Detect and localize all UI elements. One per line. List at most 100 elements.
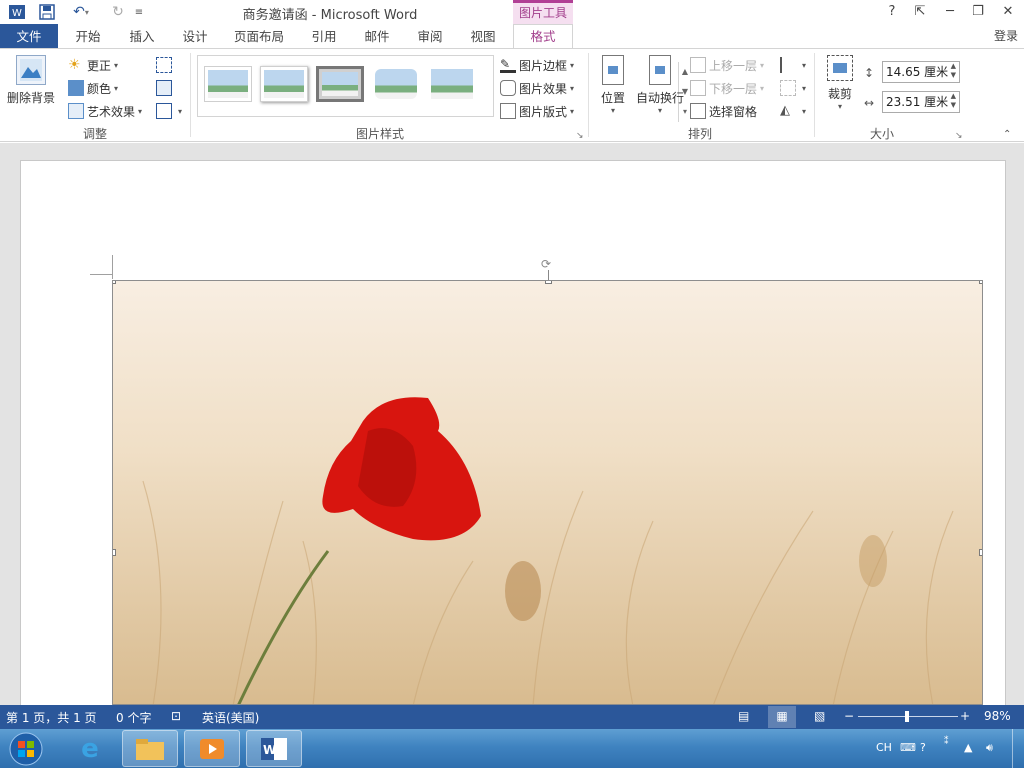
save-icon[interactable]	[36, 2, 58, 22]
picture-layout-button[interactable]: 图片版式 ▾	[500, 101, 574, 121]
picture-style-thumbnail[interactable]	[260, 66, 308, 102]
color-label: 颜色	[87, 81, 112, 96]
document-area: ⟳	[0, 143, 1024, 705]
corrections-icon: ☀	[68, 57, 81, 73]
artistic-effects-button[interactable]: 艺术效果 ▾	[68, 101, 142, 121]
internet-explorer-icon[interactable]: e	[62, 730, 118, 767]
resize-handle[interactable]	[979, 549, 982, 556]
help-icon[interactable]: ?	[880, 2, 904, 22]
redo-icon[interactable]: ↻	[106, 2, 130, 22]
zoom-out-icon[interactable]: −	[844, 709, 854, 723]
height-input[interactable]: 14.65 厘米 ▲ ▼	[882, 61, 960, 83]
tab-format[interactable]: 格式	[513, 24, 573, 50]
show-hidden-icons[interactable]: ▲	[964, 741, 972, 754]
wrap-text-label: 自动换行	[636, 91, 685, 105]
picture-style-thumbnail-selected[interactable]	[316, 66, 364, 102]
svg-text:W: W	[12, 8, 22, 19]
height-spinner[interactable]: ▲ ▼	[951, 62, 956, 80]
tab-view[interactable]: 视图	[463, 24, 503, 49]
position-icon	[602, 55, 624, 85]
tab-home[interactable]: 开始	[68, 24, 108, 49]
picture-style-thumbnail[interactable]	[204, 66, 252, 102]
help-tray-icon[interactable]: ?	[920, 741, 926, 754]
resize-handle[interactable]	[113, 281, 116, 284]
start-button[interactable]	[0, 730, 52, 767]
svg-text:W: W	[263, 743, 276, 757]
rotate-icon[interactable]: ◭ ▾	[780, 101, 806, 121]
show-desktop-button[interactable]	[1012, 729, 1024, 768]
remove-background-button[interactable]: 删除背景	[4, 55, 58, 106]
picture-tools-context-label: 图片工具	[513, 0, 573, 24]
tray-menu-icon[interactable]: ⁑	[944, 737, 949, 747]
resize-handle[interactable]	[545, 281, 552, 284]
wrap-text-button[interactable]: 自动换行 ▾	[636, 55, 684, 115]
corrections-button[interactable]: ☀ 更正 ▾	[68, 55, 118, 75]
ribbon-tab-row: 文件 开始 插入 设计 页面布局 引用 邮件 审阅 视图 格式 登录	[0, 24, 1024, 50]
zoom-in-icon[interactable]: +	[960, 709, 970, 723]
input-language[interactable]: CH	[876, 741, 892, 754]
remove-background-label: 删除背景	[6, 91, 55, 105]
color-button[interactable]: 颜色 ▾	[68, 78, 118, 98]
crop-button[interactable]: 裁剪 ▾	[822, 55, 858, 111]
tab-design[interactable]: 设计	[175, 24, 215, 49]
resize-handle[interactable]	[113, 549, 116, 556]
windows-start-icon	[9, 732, 43, 765]
word-count-status[interactable]: 0 个字	[116, 709, 151, 726]
align-icon[interactable]: ▾	[780, 55, 806, 75]
undo-icon[interactable]: ↶ ▾	[66, 2, 96, 22]
web-layout-icon[interactable]: ▧	[814, 709, 825, 723]
group-objects-icon[interactable]: ▾	[780, 78, 806, 98]
read-mode-icon[interactable]: ▤	[738, 709, 749, 723]
tab-page-layout[interactable]: 页面布局	[228, 24, 290, 49]
picture-border-icon: ✎	[500, 57, 516, 73]
rotate-handle-icon[interactable]: ⟳	[541, 257, 551, 271]
word-taskbar-icon[interactable]: W	[246, 730, 302, 767]
bring-forward-button[interactable]: 上移一层 ▾	[690, 55, 764, 75]
height-icon: ↕	[864, 66, 875, 80]
print-layout-icon[interactable]: ▦	[768, 706, 796, 728]
width-icon: ↔	[864, 96, 875, 110]
position-button[interactable]: 位置 ▾	[596, 55, 630, 115]
tab-insert[interactable]: 插入	[122, 24, 162, 49]
file-explorer-icon[interactable]	[122, 730, 178, 767]
picture-styles-launcher-icon[interactable]: ↘	[576, 131, 584, 141]
ribbon-display-options-icon[interactable]: ⇱	[908, 2, 932, 22]
picture-style-thumbnail[interactable]	[428, 66, 476, 102]
minimize-icon[interactable]: ─	[938, 2, 962, 22]
collapse-ribbon-icon[interactable]: ⌃	[1003, 129, 1011, 140]
sign-in-link[interactable]: 登录	[994, 24, 1024, 49]
group-divider	[814, 53, 815, 137]
customize-qat-icon[interactable]: ≡	[132, 2, 146, 22]
wrap-text-icon	[649, 55, 671, 85]
width-input[interactable]: 23.51 厘米 ▲ ▼	[882, 91, 960, 113]
selection-pane-button[interactable]: 选择窗格	[690, 101, 757, 121]
artistic-effects-icon	[68, 103, 84, 119]
tab-mailings[interactable]: 邮件	[357, 24, 397, 49]
size-launcher-icon[interactable]: ↘	[955, 131, 963, 141]
picture-border-label: 图片边框	[519, 58, 568, 73]
picture-border-button[interactable]: ✎ 图片边框 ▾	[500, 55, 574, 75]
keyboard-icon[interactable]: ⌨	[900, 741, 916, 754]
page-count-status[interactable]: 第 1 页，共 1 页	[6, 709, 97, 726]
volume-icon[interactable]: 🔊︎	[986, 741, 993, 755]
tab-references[interactable]: 引用	[304, 24, 344, 49]
restore-icon[interactable]: ❐	[966, 2, 990, 22]
picture-effects-button[interactable]: 图片效果 ▾	[500, 78, 574, 98]
tab-review[interactable]: 审阅	[410, 24, 450, 49]
send-backward-button[interactable]: 下移一层 ▾	[690, 78, 764, 98]
media-player-icon[interactable]	[184, 730, 240, 767]
reset-picture-icon[interactable]: ▾	[156, 101, 182, 121]
resize-handle[interactable]	[979, 281, 982, 284]
width-spinner[interactable]: ▲ ▼	[951, 92, 956, 110]
zoom-level[interactable]: 98%	[984, 709, 1011, 723]
language-status[interactable]: 英语(美国)	[202, 709, 259, 726]
bring-forward-label: 上移一层	[709, 58, 758, 73]
proofing-icon[interactable]: ⊡	[171, 709, 181, 723]
zoom-slider-thumb[interactable]	[905, 711, 909, 722]
picture-style-thumbnail[interactable]	[372, 66, 420, 102]
compress-pictures-icon[interactable]	[156, 55, 175, 75]
tab-file[interactable]: 文件	[0, 24, 58, 49]
inserted-picture[interactable]	[112, 280, 983, 705]
close-icon[interactable]: ✕	[996, 2, 1020, 22]
change-picture-icon[interactable]	[156, 78, 175, 98]
